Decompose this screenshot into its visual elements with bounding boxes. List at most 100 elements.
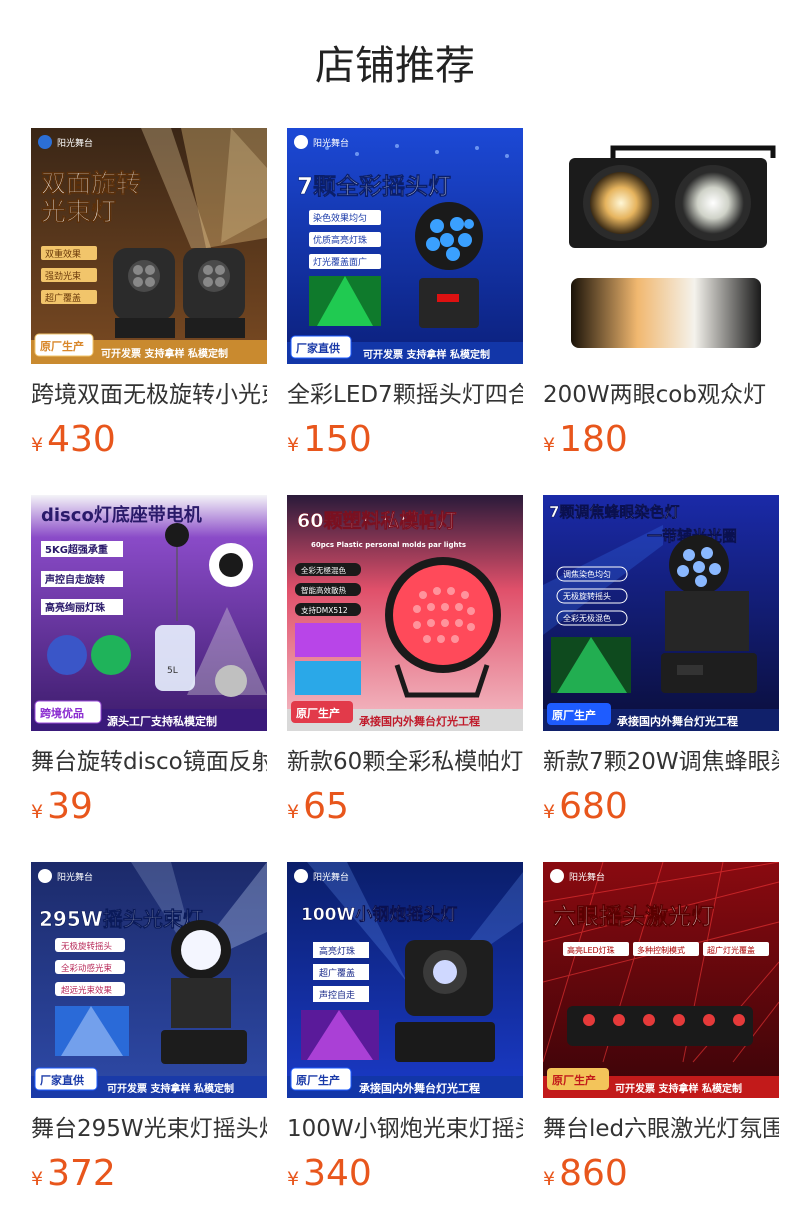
image-headline: 7颗调焦蜂眼染色灯 bbox=[549, 503, 679, 521]
product-card[interactable]: 阳光舞台 295W摇头光束灯 无极旋转摇头 全彩动感光束 超远光束效果 厂家直供… bbox=[31, 862, 267, 1196]
image-footer: 承接国内外舞台灯光工程 bbox=[359, 714, 480, 728]
brand-label: 阳光舞台 bbox=[569, 871, 605, 883]
currency-symbol: ¥ bbox=[31, 434, 44, 456]
image-tag: 优质高亮灯珠 bbox=[313, 234, 367, 246]
product-price: ¥430 bbox=[31, 418, 267, 462]
price-value: 180 bbox=[559, 419, 628, 460]
product-price: ¥340 bbox=[287, 1152, 523, 1196]
product-image[interactable]: 60颗塑料私模帕灯 60pcs Plastic personal molds p… bbox=[287, 495, 523, 731]
image-tag: 高亮灯珠 bbox=[319, 945, 355, 957]
image-tag: 高亮LED灯珠 bbox=[567, 945, 615, 955]
product-name[interactable]: 全彩LED7颗摇头灯四合一 bbox=[287, 378, 523, 412]
product-photo-7-bee-eye-wash-light: 7颗调焦蜂眼染色灯 一带辅光光圈 调焦染色均匀 无极旋转摇头 全彩无极混色 bbox=[543, 495, 779, 731]
image-tag: 超广灯光覆盖 bbox=[707, 945, 755, 955]
brand-label: 阳光舞台 bbox=[313, 137, 349, 149]
product-image[interactable]: 阳光舞台 7颗全彩摇头灯 染色效果均匀 优质高亮灯珠 灯光覆盖面广 厂家直供 可… bbox=[287, 128, 523, 364]
image-headline: 60颗塑料私模帕灯 bbox=[297, 509, 456, 532]
currency-symbol: ¥ bbox=[287, 801, 300, 823]
image-headline: 7颗全彩摇头灯 bbox=[297, 173, 451, 200]
image-headline: 295W摇头光束灯 bbox=[39, 907, 203, 931]
product-price: ¥372 bbox=[31, 1152, 267, 1196]
product-card[interactable]: 阳光舞台 100W小钢炮摇头灯 高亮灯珠 超广覆盖 声控自走 原厂生产 承接国内… bbox=[287, 862, 523, 1196]
product-name[interactable]: 200W两眼cob观众灯 bbox=[543, 378, 779, 412]
product-card[interactable]: 阳光舞台 双面旋转 光束灯 双重效果 强劲光束 超广覆盖 原厂生产 可开发票 支… bbox=[31, 128, 267, 462]
product-image[interactable]: 阳光舞台 双面旋转 光束灯 双重效果 强劲光束 超广覆盖 原厂生产 可开发票 支… bbox=[31, 128, 267, 364]
brand-label: 阳光舞台 bbox=[57, 871, 93, 883]
product-photo-dual-beam-light: 阳光舞台 双面旋转 光束灯 双重效果 强劲光束 超广覆盖 原厂生产 可开发票 支… bbox=[31, 128, 267, 364]
product-name[interactable]: 100W小钢炮光束灯摇头灯 bbox=[287, 1112, 523, 1146]
image-tag: 超远光束效果 bbox=[61, 985, 113, 996]
image-badge: 厂家直供 bbox=[296, 341, 340, 355]
image-tag: 高亮绚丽灯珠 bbox=[45, 601, 106, 614]
product-card[interactable]: 阳光舞台 7颗全彩摇头灯 染色效果均匀 优质高亮灯珠 灯光覆盖面广 厂家直供 可… bbox=[287, 128, 523, 462]
image-headline: 双面旋转 bbox=[41, 169, 141, 198]
product-photo-six-eye-laser-light: 阳光舞台 六眼摇头激光灯 高亮LED灯珠 多种控制模式 超广灯光覆盖 原厂生产 … bbox=[543, 862, 779, 1098]
brand-label: 阳光舞台 bbox=[313, 871, 349, 883]
product-card[interactable]: 阳光舞台 六眼摇头激光灯 高亮LED灯珠 多种控制模式 超广灯光覆盖 原厂生产 … bbox=[543, 862, 779, 1196]
image-footer: 可开发票 支持拿样 私模定制 bbox=[363, 348, 490, 361]
product-card[interactable]: disco灯底座带电机 5KG超强承重 声控自走旋转 高亮绚丽灯珠 5L 跨境优… bbox=[31, 495, 267, 829]
product-card[interactable]: 7颗调焦蜂眼染色灯 一带辅光光圈 调焦染色均匀 无极旋转摇头 全彩无极混色 bbox=[543, 495, 779, 829]
image-tag: 5KG超强承重 bbox=[45, 543, 108, 556]
image-tag: 无极旋转摇头 bbox=[61, 941, 113, 952]
product-image[interactable]: 阳光舞台 295W摇头光束灯 无极旋转摇头 全彩动感光束 超远光束效果 厂家直供… bbox=[31, 862, 267, 1098]
product-grid: 阳光舞台 双面旋转 光束灯 双重效果 强劲光束 超广覆盖 原厂生产 可开发票 支… bbox=[31, 128, 779, 1196]
image-tag: 染色效果均匀 bbox=[313, 212, 367, 224]
image-headline-line2: 光束灯 bbox=[40, 197, 116, 226]
product-price: ¥65 bbox=[287, 785, 523, 829]
price-value: 65 bbox=[303, 786, 349, 827]
image-badge: 原厂生产 bbox=[552, 708, 596, 722]
image-badge: 跨境优品 bbox=[40, 706, 84, 720]
product-price: ¥39 bbox=[31, 785, 267, 829]
product-price: ¥150 bbox=[287, 418, 523, 462]
image-tag: 双重效果 bbox=[45, 248, 81, 260]
image-badge: 原厂生产 bbox=[40, 339, 84, 353]
store-recommendation-page: 店铺推荐 阳光舞台 双面旋转 光束灯 双重效果 强劲光束 超广覆盖 原厂生产 可… bbox=[0, 0, 790, 1230]
brand-label: 阳光舞台 bbox=[57, 137, 93, 149]
price-value: 39 bbox=[47, 786, 93, 827]
currency-symbol: ¥ bbox=[287, 434, 300, 456]
product-photo-60-led-par-light: 60颗塑料私模帕灯 60pcs Plastic personal molds p… bbox=[287, 495, 523, 731]
product-card[interactable]: 200W两眼cob观众灯 ¥180 bbox=[543, 128, 779, 462]
price-value: 340 bbox=[303, 1153, 372, 1194]
image-tag: 声控自走 bbox=[319, 989, 355, 1001]
image-tag: 全彩无极混色 bbox=[563, 613, 611, 623]
image-tag: 全彩无極混色 bbox=[301, 565, 346, 575]
product-name[interactable]: 跨境双面无极旋转小光束灯 bbox=[31, 378, 267, 412]
image-subline: 60pcs Plastic personal molds par lights bbox=[311, 541, 466, 549]
currency-symbol: ¥ bbox=[31, 801, 44, 823]
product-image[interactable]: 阳光舞台 六眼摇头激光灯 高亮LED灯珠 多种控制模式 超广灯光覆盖 原厂生产 … bbox=[543, 862, 779, 1098]
image-headline: disco灯底座带电机 bbox=[41, 504, 202, 526]
image-tag: 调焦染色均匀 bbox=[563, 569, 611, 579]
product-image[interactable]: 7颗调焦蜂眼染色灯 一带辅光光圈 调焦染色均匀 无极旋转摇头 全彩无极混色 bbox=[543, 495, 779, 731]
image-footer: 可开发票 支持拿样 私模定制 bbox=[107, 1082, 234, 1095]
product-photo-100w-beam-light: 阳光舞台 100W小钢炮摇头灯 高亮灯珠 超广覆盖 声控自走 原厂生产 承接国内… bbox=[287, 862, 523, 1098]
product-image[interactable]: disco灯底座带电机 5KG超强承重 声控自走旋转 高亮绚丽灯珠 5L 跨境优… bbox=[31, 495, 267, 731]
currency-symbol: ¥ bbox=[287, 1168, 300, 1190]
image-footer: 可开发票 支持拿样 私模定制 bbox=[615, 1082, 742, 1095]
price-value: 372 bbox=[47, 1153, 116, 1194]
price-value: 430 bbox=[47, 419, 116, 460]
product-name[interactable]: 新款7颗20W调焦蜂眼染色灯 bbox=[543, 745, 779, 779]
image-tag: 声控自走旋转 bbox=[44, 573, 105, 586]
image-tag: 超广覆盖 bbox=[319, 967, 355, 979]
image-headline: 六眼摇头激光灯 bbox=[553, 903, 714, 930]
product-card[interactable]: 60颗塑料私模帕灯 60pcs Plastic personal molds p… bbox=[287, 495, 523, 829]
image-badge: 原厂生产 bbox=[296, 706, 340, 720]
image-tag: 多种控制模式 bbox=[637, 945, 685, 955]
currency-symbol: ¥ bbox=[543, 1168, 556, 1190]
product-name[interactable]: 舞台led六眼激光灯氛围灯 bbox=[543, 1112, 779, 1146]
product-name[interactable]: 舞台295W光束灯摇头灯 bbox=[31, 1112, 267, 1146]
product-photo-two-eye-cob-light bbox=[543, 128, 779, 364]
product-photo-7-led-moving-head: 阳光舞台 7颗全彩摇头灯 染色效果均匀 优质高亮灯珠 灯光覆盖面广 厂家直供 可… bbox=[287, 128, 523, 364]
image-headline: 100W小钢炮摇头灯 bbox=[301, 904, 457, 925]
product-image[interactable]: 阳光舞台 100W小钢炮摇头灯 高亮灯珠 超广覆盖 声控自走 原厂生产 承接国内… bbox=[287, 862, 523, 1098]
image-footer: 承接国内外舞台灯光工程 bbox=[617, 714, 738, 728]
image-tag: 智能高效散热 bbox=[301, 585, 346, 595]
product-image[interactable] bbox=[543, 128, 779, 364]
product-price: ¥680 bbox=[543, 785, 779, 829]
product-price: ¥860 bbox=[543, 1152, 779, 1196]
product-name[interactable]: 舞台旋转disco镜面反射球 bbox=[31, 745, 267, 779]
product-name[interactable]: 新款60颗全彩私模帕灯 bbox=[287, 745, 523, 779]
price-value: 680 bbox=[559, 786, 628, 827]
